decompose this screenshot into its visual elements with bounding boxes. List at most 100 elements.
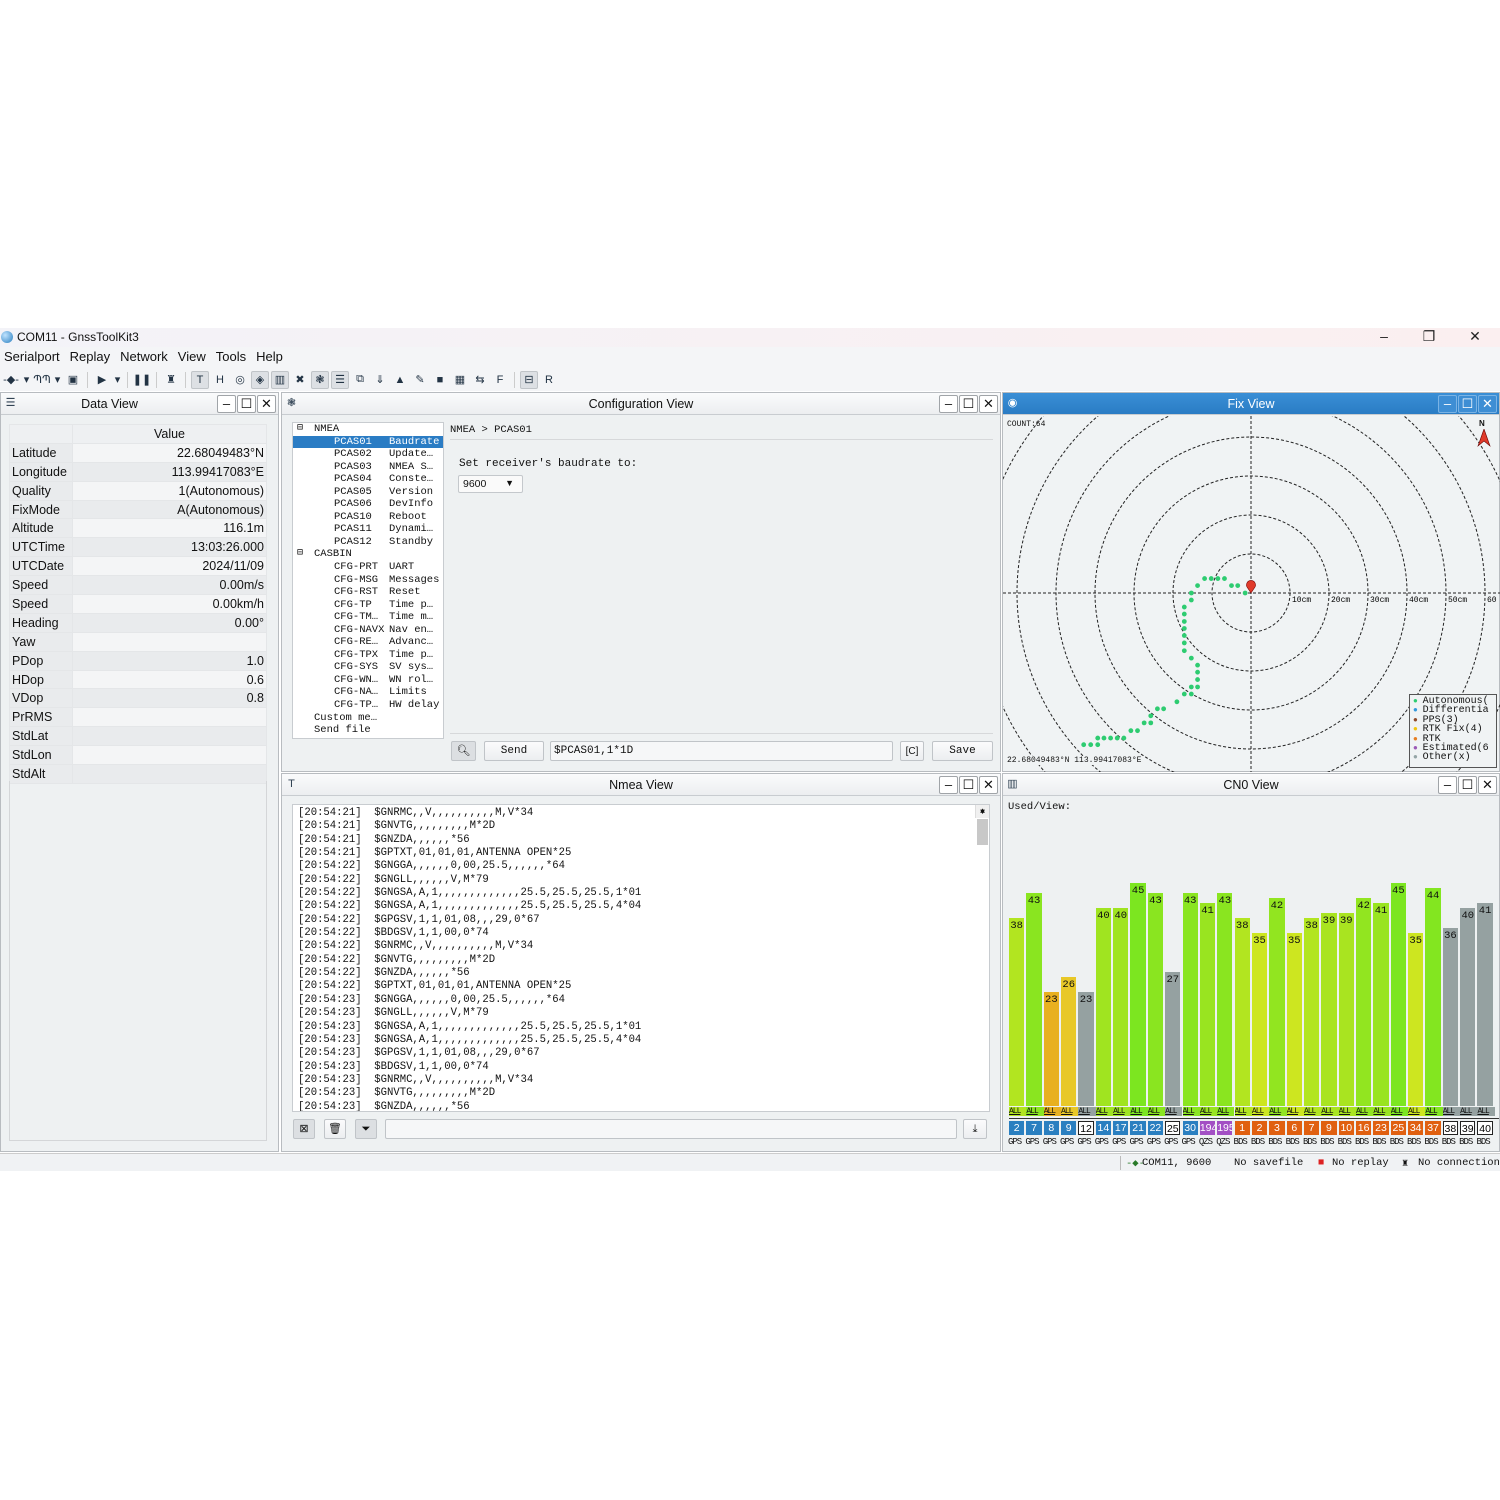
minimize-pane-button[interactable]: – bbox=[939, 776, 958, 794]
config-view-button[interactable]: ❃ bbox=[311, 370, 329, 389]
tree-item[interactable]: CFG-NAVX Nav en… bbox=[293, 624, 443, 637]
scrollbar[interactable]: ▲ ▼ bbox=[975, 805, 989, 845]
map-button[interactable]: ■ bbox=[431, 371, 449, 389]
fix-view-button[interactable]: ◈ bbox=[251, 370, 269, 389]
collapse-icon[interactable]: ⊟ bbox=[297, 423, 303, 436]
send-button[interactable]: Send bbox=[484, 741, 544, 761]
tree-item[interactable]: CFG-PRT UART bbox=[293, 561, 443, 574]
filter-input[interactable] bbox=[385, 1119, 957, 1139]
bird-button[interactable]: ✎ bbox=[411, 371, 429, 389]
filter-button[interactable]: ⏷ bbox=[355, 1119, 377, 1139]
tree-item[interactable]: CFG-TP Time p… bbox=[293, 599, 443, 612]
tree-item[interactable]: CFG-SYS SV sys… bbox=[293, 661, 443, 674]
tree-item[interactable]: CFG-RE… Advanc… bbox=[293, 636, 443, 649]
clear-command-button[interactable]: [C] bbox=[900, 741, 924, 761]
tree-item[interactable]: PCAS10 Reboot bbox=[293, 511, 443, 524]
tree-item[interactable]: PCAS01 Baudrate bbox=[293, 435, 443, 449]
menu-replay[interactable]: Replay bbox=[65, 347, 115, 366]
minimize-pane-button[interactable]: – bbox=[1438, 395, 1457, 413]
command-name: UART bbox=[389, 561, 415, 574]
close-pane-button[interactable]: ✕ bbox=[979, 776, 998, 794]
nmea-log[interactable]: ▲ ▼ [20:54:21] $GNRMC,,V,,,,,,,,,,M,V*34… bbox=[292, 804, 990, 1112]
tree-item[interactable]: CFG-WN… WN rol… bbox=[293, 674, 443, 687]
maximize-pane-button[interactable]: ☐ bbox=[237, 395, 256, 413]
baudrate-button[interactable]: ՊՊ bbox=[33, 371, 51, 389]
menu-help[interactable]: Help bbox=[251, 347, 288, 366]
command-input[interactable]: $PCAS01,1*1D bbox=[550, 741, 893, 761]
sky-view-button[interactable]: ◎ bbox=[231, 371, 249, 389]
tree-item[interactable]: PCAS12 Standby bbox=[293, 536, 443, 549]
tree-item[interactable]: Send file bbox=[293, 724, 443, 737]
command-code: PCAS06 bbox=[334, 498, 372, 511]
menu-tools[interactable]: Tools bbox=[211, 347, 251, 366]
tree-item[interactable]: PCAS05 Version bbox=[293, 486, 443, 499]
tree-item[interactable]: CFG-TM… Time m… bbox=[293, 611, 443, 624]
firmware-button[interactable]: F bbox=[491, 371, 509, 389]
menu-network[interactable]: Network bbox=[115, 347, 173, 366]
save-button[interactable]: Save bbox=[932, 741, 993, 761]
baudrate-select[interactable]: 9600 ▼ bbox=[458, 475, 523, 493]
tree-item[interactable]: ⊟ CASBIN bbox=[293, 548, 443, 561]
tree-item[interactable]: CFG-NA… Limits bbox=[293, 686, 443, 699]
tree-item[interactable]: PCAS03 NMEA S… bbox=[293, 461, 443, 474]
maximize-pane-button[interactable]: ☐ bbox=[959, 776, 978, 794]
convert-button[interactable]: ⇆ bbox=[471, 371, 489, 389]
calc-button[interactable]: ▦ bbox=[451, 371, 469, 389]
layout-button[interactable]: ⊟ bbox=[520, 370, 538, 389]
close-button[interactable]: ✕ bbox=[1460, 328, 1490, 345]
close-pane-button[interactable]: ✕ bbox=[257, 395, 276, 413]
fix-point bbox=[1181, 626, 1187, 631]
tree-item[interactable]: CFG-TPX Time p… bbox=[293, 649, 443, 662]
network-button[interactable]: ♜ bbox=[162, 371, 180, 389]
satellite-button[interactable]: ✖ bbox=[291, 371, 309, 389]
search-button[interactable]: 🔍︎ bbox=[451, 741, 476, 761]
restore-button[interactable]: ❐ bbox=[1414, 328, 1444, 345]
dropdown-button[interactable]: ▾ bbox=[113, 371, 122, 389]
cn0-view-button[interactable]: ▥ bbox=[271, 370, 289, 389]
save-button[interactable]: ▣ bbox=[64, 371, 82, 389]
menu-view[interactable]: View bbox=[173, 347, 211, 366]
cn0-bar: 40 bbox=[1460, 908, 1476, 1106]
hex-view-button[interactable]: H bbox=[211, 371, 229, 389]
pause-log-button[interactable]: ⊠ bbox=[293, 1119, 315, 1139]
minimize-pane-button[interactable]: – bbox=[217, 395, 236, 413]
cn0-value-label: 43 bbox=[1183, 895, 1197, 908]
play-button[interactable]: ▶ bbox=[93, 371, 111, 389]
data-view-icon: ☰ bbox=[335, 374, 345, 386]
tree-item[interactable]: CFG-RST Reset bbox=[293, 586, 443, 599]
timing-button[interactable]: ⧉ bbox=[351, 371, 369, 389]
tree-item[interactable]: PCAS11 Dynami… bbox=[293, 523, 443, 536]
clear-icon: [C] bbox=[905, 746, 919, 757]
minimize-pane-button[interactable]: – bbox=[939, 395, 958, 413]
close-pane-button[interactable]: ✕ bbox=[1478, 395, 1497, 413]
collapse-icon[interactable]: ⊟ bbox=[297, 548, 303, 561]
menu-serialport[interactable]: Serialport bbox=[0, 347, 65, 366]
scroll-down-icon[interactable]: ▼ bbox=[976, 806, 989, 818]
tree-item[interactable]: CFG-MSG Messages bbox=[293, 574, 443, 587]
tree-item[interactable]: Custom me… bbox=[293, 712, 443, 725]
dropdown-button[interactable]: ▾ bbox=[22, 371, 31, 389]
pause-button[interactable]: ❚❚ bbox=[133, 371, 151, 389]
serial-connect-button[interactable]: -◆- bbox=[2, 371, 20, 389]
clear-log-button[interactable]: 🗑︎ bbox=[324, 1119, 346, 1139]
scrollbar-thumb[interactable] bbox=[977, 819, 988, 845]
download-button[interactable]: ⇓ bbox=[371, 371, 389, 389]
dropdown-button[interactable]: ▾ bbox=[53, 371, 62, 389]
text-view-button[interactable]: T bbox=[191, 370, 209, 389]
minimize-button[interactable]: – bbox=[1369, 328, 1399, 344]
tree-item[interactable]: PCAS02 Update… bbox=[293, 448, 443, 461]
data-view-button[interactable]: ☰ bbox=[331, 370, 349, 389]
tree-item[interactable]: CFG-TP… HW delay bbox=[293, 699, 443, 712]
maximize-pane-button[interactable]: ☐ bbox=[1458, 395, 1477, 413]
maximize-pane-button[interactable]: ☐ bbox=[959, 395, 978, 413]
export-button[interactable]: R bbox=[540, 371, 558, 389]
tree-item[interactable]: ⊟ NMEA bbox=[293, 423, 443, 436]
export-log-button[interactable]: ⤓ bbox=[963, 1119, 987, 1139]
tree-item[interactable]: PCAS06 DevInfo bbox=[293, 498, 443, 511]
tree-item[interactable]: PCAS04 Conste… bbox=[293, 473, 443, 486]
cn0-bar: 45 bbox=[1390, 883, 1406, 1106]
compass-button[interactable]: ▲ bbox=[391, 371, 409, 389]
cn0-bar: 35 bbox=[1408, 932, 1424, 1106]
prn-tile: 21 bbox=[1130, 1121, 1146, 1135]
close-pane-button[interactable]: ✕ bbox=[979, 395, 998, 413]
